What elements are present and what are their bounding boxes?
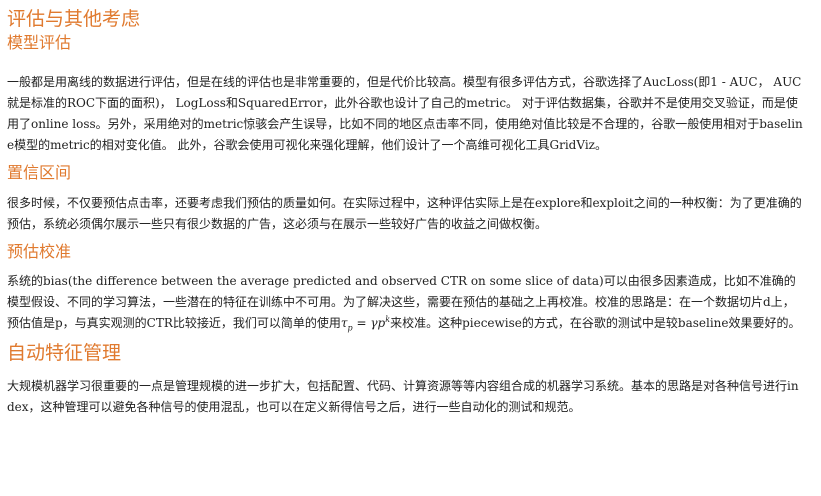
paragraph-feature-management: 大规模机器学习很重要的一点是管理规模的进一步扩大，包括配置、代码、计算资源等等内… <box>7 379 799 414</box>
paragraph-calibration: 系统的bias(the difference between the avera… <box>7 271 803 334</box>
calibration-formula: τp = γpk <box>340 316 390 332</box>
section-heading-feature-management: 自动特征管理 <box>7 342 122 364</box>
subsection-heading-confidence: 置信区间 <box>7 163 72 182</box>
paragraph-model-eval: 一般都是用离线的数据进行评估，但是在线的评估也是非常重要的，但是代价比较高。模型… <box>7 75 803 152</box>
article: 评估与其他考虑 模型评估 一般都是用离线的数据进行评估，但是在线的评估也是非常重… <box>0 0 821 496</box>
section-heading: 评估与其他考虑 <box>7 8 141 30</box>
subsection-heading-model-eval: 模型评估 <box>7 33 72 52</box>
calibration-text-after: 来校准。这种piecewise的方式，在谷歌的测试中是较baseline效果要好… <box>390 316 801 330</box>
formula-eq: = <box>352 316 371 330</box>
paragraph-confidence: 很多时候，不仅要预估点击率，还要考虑我们预估的质量如何。在实际过程中，这种评估实… <box>7 196 802 231</box>
formula-rhs: γp <box>370 316 386 330</box>
formula-lhs: τ <box>340 316 348 330</box>
subsection-heading-calibration: 预估校准 <box>7 242 72 261</box>
